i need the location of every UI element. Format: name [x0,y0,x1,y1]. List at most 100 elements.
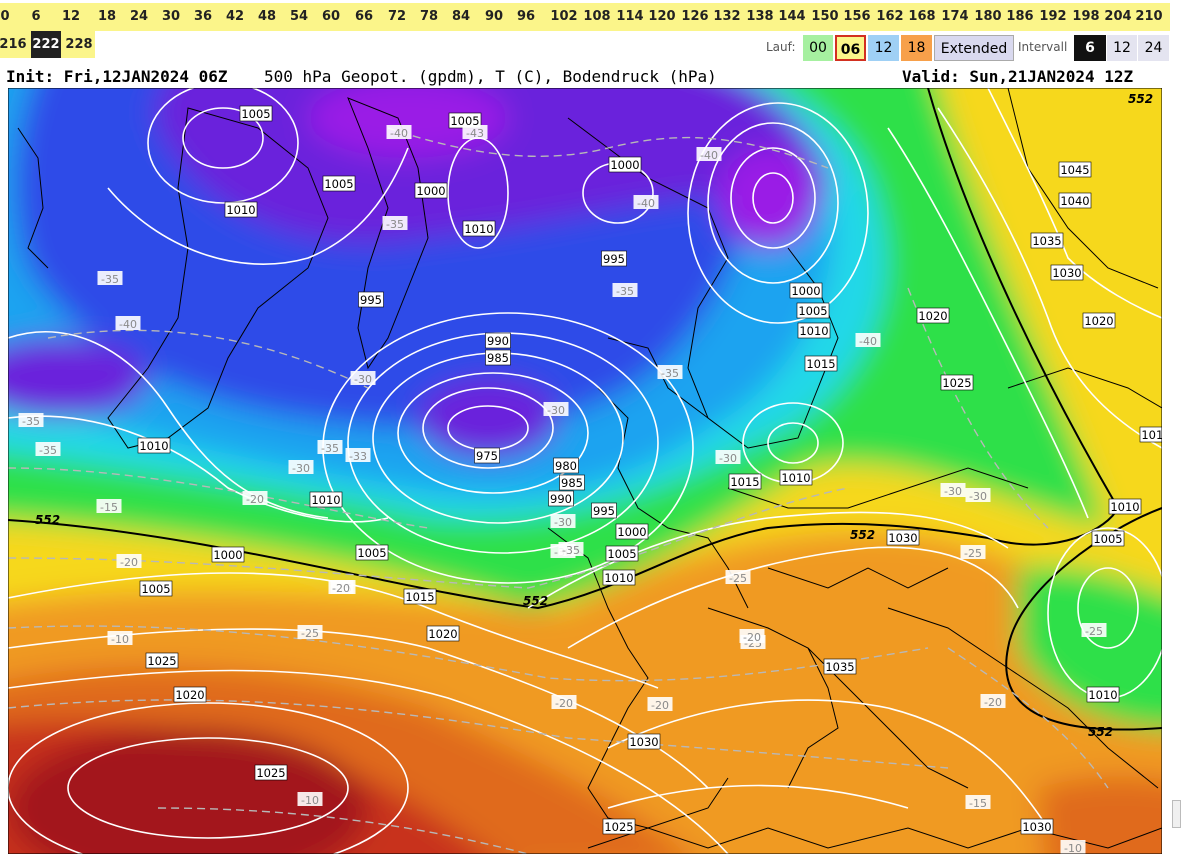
forecast-hour-18[interactable]: 18 [92,3,122,31]
pressure-label: 1025 [602,818,636,835]
forecast-hour-54[interactable]: 54 [284,3,314,31]
temperature-label: -25 [297,625,323,640]
pressure-label: 1035 [823,658,857,675]
pressure-label-text: 1005 [241,107,270,121]
forecast-hour-198[interactable]: 198 [1071,3,1101,31]
pressure-label: 1020 [173,686,207,703]
pressure-label-text: 1010 [139,439,168,453]
pressure-label-text: 1005 [607,547,636,561]
forecast-hour-126[interactable]: 126 [680,3,710,31]
forecast-hour-186[interactable]: 186 [1005,3,1035,31]
forecast-hour-36[interactable]: 36 [188,3,218,31]
temperature-label: -30 [940,483,966,498]
forecast-hour-156[interactable]: 156 [842,3,872,31]
pressure-label: 1010 [309,491,343,508]
pressure-label-text: 1030 [1022,820,1051,834]
forecast-hour-6[interactable]: 6 [21,3,51,31]
temperature-label-text: -30 [354,373,372,386]
forecast-hour-84[interactable]: 84 [446,3,476,31]
forecast-hour-102[interactable]: 102 [549,3,579,31]
run-12-button[interactable]: 12 [868,35,899,61]
temperature-label: -20 [739,629,765,644]
forecast-hour-78[interactable]: 78 [414,3,444,31]
pressure-label: 995 [358,291,384,308]
forecast-hour-120[interactable]: 120 [647,3,677,31]
run-18-button[interactable]: 18 [901,35,932,61]
forecast-hour-144[interactable]: 144 [777,3,807,31]
geopotential-label: 552 [523,594,548,608]
forecast-hour-48[interactable]: 48 [252,3,282,31]
temperature-label: -10 [107,631,133,646]
pressure-label-text: 1005 [324,177,353,191]
pressure-label: 1030 [1020,818,1054,835]
pressure-label-text: 985 [487,351,509,365]
scrollbar-grip[interactable] [1172,800,1181,828]
extended-button[interactable]: Extended [934,35,1014,61]
pressure-label-text: 995 [593,504,615,518]
pressure-label: 1030 [1050,264,1084,281]
forecast-hour-180[interactable]: 180 [973,3,1003,31]
forecast-hour-90[interactable]: 90 [479,3,509,31]
forecast-hour-66[interactable]: 66 [349,3,379,31]
forecast-hour-210[interactable]: 210 [1134,3,1164,31]
forecast-hour-114[interactable]: 114 [615,3,645,31]
run-06-button[interactable]: 06 [835,35,866,61]
forecast-hour-30[interactable]: 30 [156,3,186,31]
pressure-label-text: 1025 [147,654,176,668]
pressure-label: 1010 [1108,498,1142,515]
pressure-label: 995 [601,250,627,267]
forecast-hour-216[interactable]: 216 [0,31,28,58]
geopotential-label: 552 [1088,725,1113,739]
temperature-label-text: -35 [39,444,57,457]
forecast-hour-150[interactable]: 150 [810,3,840,31]
pressure-label: 985 [485,349,511,366]
intervall-label: Intervall [1018,40,1068,54]
pressure-label: 990 [548,490,574,507]
forecast-hour-72[interactable]: 72 [382,3,412,31]
forecast-hour-162[interactable]: 162 [875,3,905,31]
pressure-label: 975 [474,447,500,464]
temperature-label: -20 [551,695,577,710]
temperature-label-text: -35 [321,442,339,455]
forecast-hour-222[interactable]: 222 [31,31,61,58]
forecast-hour-bar: 0 6 12 18 24 30 36 42 48 54 60 66 72 78 84 90 96 102 108 11… [0,3,1170,31]
temperature-label-text: -40 [700,149,718,162]
temperature-label-text: -30 [292,462,310,475]
interval-12-button[interactable]: 12 [1107,35,1137,61]
pressure-label-text: 1015 [730,475,759,489]
temperature-label: -35 [18,413,44,428]
temperature-label: -43 [462,125,488,140]
temperature-label-text: -10 [301,794,319,807]
forecast-hour-174[interactable]: 174 [940,3,970,31]
forecast-hour-96[interactable]: 96 [511,3,541,31]
temperature-label-text: -20 [120,556,138,569]
forecast-hour-204[interactable]: 204 [1103,3,1133,31]
temperature-label-text: -25 [729,572,747,585]
pressure-label-text: 1000 [617,525,646,539]
interval-6-button[interactable]: 6 [1074,35,1106,61]
weather-map[interactable]: 1005 1005 1005 1000 1000 1010 1010 995 995 990 985… [8,88,1162,854]
forecast-hour-192[interactable]: 192 [1038,3,1068,31]
forecast-hour-108[interactable]: 108 [582,3,612,31]
run-00-button[interactable]: 00 [803,35,833,61]
forecast-hour-60[interactable]: 60 [316,3,346,31]
pressure-label: 980 [553,457,579,474]
temperature-label-text: -35 [661,367,679,380]
temperature-label: -35 [35,442,61,457]
interval-24-button[interactable]: 24 [1138,35,1169,61]
forecast-hour-138[interactable]: 138 [745,3,775,31]
temperature-label: -35 [657,365,683,380]
temperature-label-text: -30 [944,485,962,498]
pressure-label: 985 [559,474,585,491]
forecast-hour-24[interactable]: 24 [124,3,154,31]
forecast-hour-228[interactable]: 228 [64,31,94,58]
pressure-label: 1025 [145,652,179,669]
forecast-hour-42[interactable]: 42 [220,3,250,31]
forecast-hour-168[interactable]: 168 [907,3,937,31]
pressure-label: 1005 [605,545,639,562]
forecast-hour-132[interactable]: 132 [712,3,742,31]
forecast-hour-12[interactable]: 12 [56,3,86,31]
valid-time: Valid: Sun,21JAN2024 12Z [902,67,1134,86]
forecast-hour-0[interactable]: 0 [0,3,20,31]
temperature-label-text: -25 [1085,625,1103,638]
